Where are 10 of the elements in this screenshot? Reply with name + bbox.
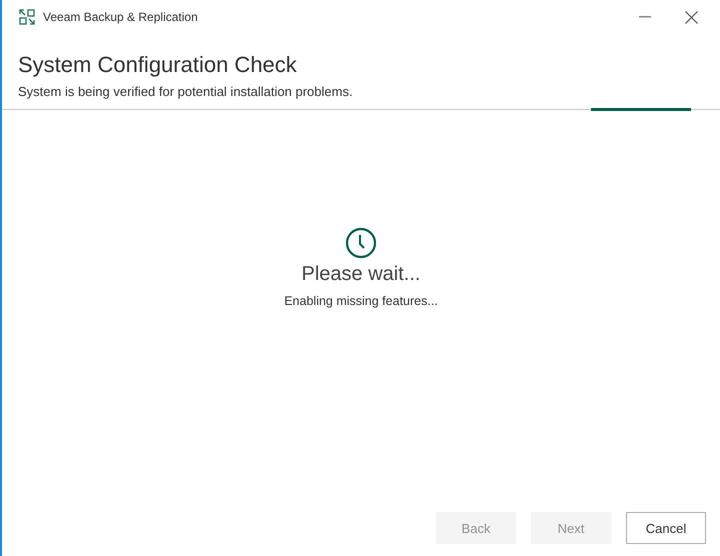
cancel-button[interactable]: Cancel xyxy=(626,512,706,544)
window-title: Veeam Backup & Replication xyxy=(43,10,199,24)
page-title: System Configuration Check xyxy=(18,52,297,78)
close-icon[interactable] xyxy=(684,10,698,24)
minimize-icon[interactable] xyxy=(639,16,651,18)
status-title: Please wait... xyxy=(302,263,420,286)
status-message: Enabling missing features... xyxy=(284,294,438,308)
page-subtitle: System is being verified for potential installation problems. xyxy=(18,84,353,99)
clock-icon xyxy=(345,227,377,259)
app-logo-icon xyxy=(19,9,35,25)
